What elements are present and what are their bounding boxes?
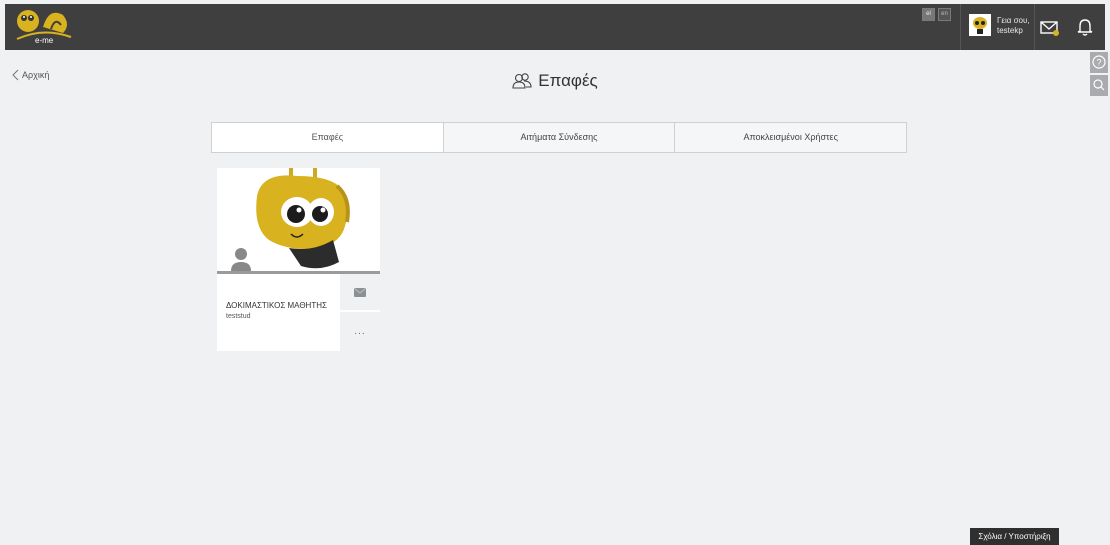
svg-text:?: ? [1097,58,1102,68]
tab-connection-requests[interactable]: Αιτήματα Σύνδεσης [443,123,676,152]
avatar [969,14,991,36]
user-greeting: Γεια σου, testekp [997,16,1037,36]
user-menu[interactable]: Γεια σου, testekp [960,4,1035,50]
page-title-text: Επαφές [538,71,598,90]
send-message-button[interactable] [340,274,380,310]
page-title: Επαφές [0,71,1110,91]
top-bar: e-me el en Γεια σου, testekp [5,4,1105,50]
e-me-logo[interactable]: e-me [13,5,75,47]
tab-blocked-users[interactable]: Αποκλεισμένοι Χρήστες [675,123,907,152]
envelope-icon [354,287,366,297]
more-options-button[interactable]: ... [340,312,380,351]
language-en-button[interactable]: en [938,8,951,21]
contact-name: ΔΟΚΙΜΑΣΤΙΚΟΣ ΜΑΘΗΤΗΣ [226,301,327,310]
contacts-icon [512,73,532,89]
tab-contacts[interactable]: Επαφές [212,123,444,152]
messages-icon[interactable] [1039,17,1061,39]
svg-text:e-me: e-me [35,36,54,45]
tabs: Επαφές Αιτήματα Σύνδεσης Αποκλεισμένοι Χ… [211,122,907,153]
contact-avatar-image [217,168,380,271]
card-actions: ... [340,274,380,351]
help-icon: ? [1092,55,1106,69]
username-text: testekp [997,26,1023,35]
contact-username: teststud [226,313,251,320]
contact-card[interactable]: ΔΟΚΙΜΑΣΤΙΚΟΣ ΜΑΘΗΤΗΣ teststud ... [217,168,380,351]
language-el-button[interactable]: el [922,8,935,21]
help-button[interactable]: ? [1090,52,1108,73]
greeting-text: Γεια σου, [997,16,1030,25]
feedback-support-button[interactable]: Σχόλια / Υποστήριξη [970,528,1059,545]
bell-icon[interactable] [1074,16,1096,38]
